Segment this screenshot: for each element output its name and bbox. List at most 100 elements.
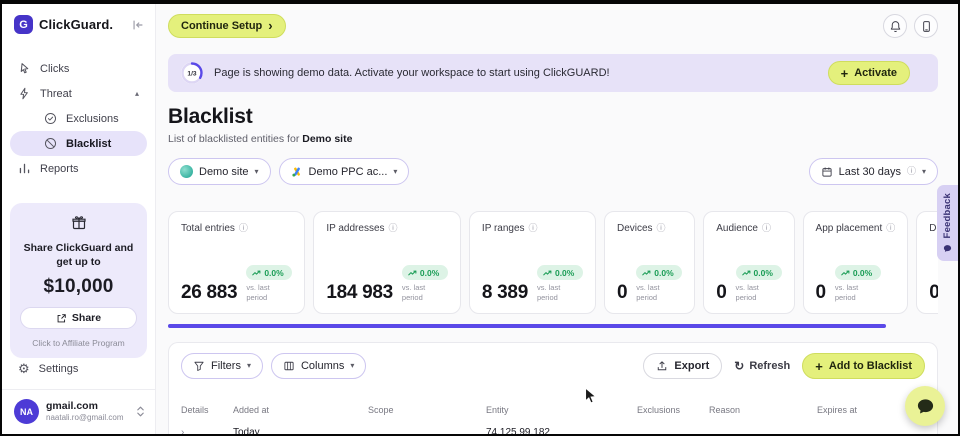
logo-row: G ClickGuard.	[2, 4, 155, 34]
share-button[interactable]: Share	[20, 307, 137, 329]
trending-up-icon	[742, 270, 751, 276]
table-toolbar-right: Export ↻ Refresh + Add to Blacklist	[643, 353, 925, 379]
filters-button[interactable]: Filters ▾	[181, 353, 263, 379]
info-icon[interactable]: ⓘ	[657, 224, 666, 233]
notifications-button[interactable]	[883, 14, 907, 38]
filters-button-label: Filters	[211, 360, 241, 372]
chevron-down-icon: ▾	[255, 168, 259, 176]
stat-caption: vs. last period	[402, 283, 448, 302]
feedback-tab[interactable]: Feedback	[937, 185, 958, 261]
trending-up-icon	[543, 270, 552, 276]
continue-setup-label: Continue Setup	[181, 20, 262, 32]
continue-setup-button[interactable]: Continue Setup ›	[168, 14, 286, 38]
stat-label: IP ranges	[482, 223, 525, 234]
chevron-updown-icon	[136, 405, 145, 418]
plus-icon: +	[815, 360, 823, 373]
bell-icon	[889, 20, 902, 33]
columns-button-label: Columns	[301, 360, 344, 372]
column-header-exclusions[interactable]: Exclusions	[637, 405, 709, 415]
share-button-label: Share	[72, 312, 101, 324]
export-icon	[656, 360, 668, 372]
info-icon[interactable]: ⓘ	[886, 224, 895, 233]
chat-bubble-icon	[916, 397, 935, 416]
table-row[interactable]: › Today 74.125.99.182	[177, 427, 929, 434]
feedback-chat-icon	[943, 244, 952, 253]
device-preview-button[interactable]	[914, 14, 938, 38]
stat-caption: vs. last period	[636, 283, 682, 302]
topbar: Continue Setup ›	[168, 14, 938, 38]
check-circle-icon	[44, 112, 57, 125]
stat-label: IP addresses	[326, 223, 384, 234]
ppc-account-selector[interactable]: Demo PPC ac... ▾	[279, 158, 410, 185]
activate-button[interactable]: + Activate	[828, 61, 910, 85]
user-menu[interactable]: NA gmail.com naatali.ro@gmail.com	[2, 390, 155, 434]
sidebar-item-blacklist[interactable]: Blacklist	[10, 131, 147, 156]
activate-label: Activate	[854, 67, 897, 79]
sidebar-item-clicks[interactable]: Clicks	[10, 56, 147, 81]
chat-launcher-button[interactable]	[905, 386, 945, 426]
sidebar-item-threat[interactable]: Threat ▴	[10, 81, 147, 106]
funnel-icon	[193, 360, 205, 372]
row-expander-icon[interactable]: ›	[181, 427, 184, 434]
trending-up-icon	[642, 270, 651, 276]
trend-badge: 0.0%	[835, 265, 881, 280]
info-icon[interactable]: ⓘ	[389, 224, 398, 233]
stat-label: Devices	[617, 223, 653, 234]
subtitle-prefix: List of blacklisted entities for	[168, 133, 299, 145]
affiliate-promo-card[interactable]: Share ClickGuard and get up to $10,000 S…	[10, 203, 147, 358]
horizontal-scrollbar[interactable]	[168, 324, 886, 328]
refresh-button[interactable]: ↻ Refresh	[734, 360, 790, 372]
trending-up-icon	[252, 270, 261, 276]
user-email: naatali.ro@gmail.com	[46, 413, 123, 423]
sidebar-item-exclusions[interactable]: Exclusions	[10, 106, 147, 131]
nav-label: Reports	[40, 163, 79, 175]
promo-footer: Click to Affiliate Program	[20, 338, 137, 348]
calendar-icon	[821, 166, 833, 178]
info-icon[interactable]: ⓘ	[762, 224, 771, 233]
columns-button[interactable]: Columns ▾	[271, 353, 366, 379]
trend-badge: 0.0%	[402, 265, 448, 280]
add-to-blacklist-button[interactable]: + Add to Blacklist	[802, 353, 925, 379]
columns-icon	[283, 360, 295, 372]
column-header-added-at[interactable]: Added at	[233, 405, 368, 415]
sidebar-item-reports[interactable]: Reports	[10, 156, 147, 181]
bar-chart-icon	[18, 162, 31, 175]
stat-value: 26 883	[181, 283, 237, 302]
chevron-down-icon: ▾	[247, 362, 251, 370]
sidebar-collapse-icon[interactable]	[131, 18, 145, 32]
info-icon[interactable]: ⓘ	[239, 224, 248, 233]
column-header-reason[interactable]: Reason	[709, 405, 817, 415]
promo-title-line1: Share ClickGuard and	[20, 241, 137, 255]
ban-icon	[44, 137, 57, 150]
stat-card-audience: Audienceⓘ 0 0.0% vs. last period	[703, 211, 794, 314]
column-header-entity[interactable]: Entity	[486, 405, 637, 415]
trend-badge: 0.0%	[636, 265, 682, 280]
trend-badge: 0.0%	[537, 265, 583, 280]
main-content: Continue Setup › 1/3 Page is showing dem…	[156, 4, 958, 434]
export-button[interactable]: Export	[643, 353, 722, 379]
info-icon[interactable]: ⓘ	[529, 224, 538, 233]
banner-message: Page is showing demo data. Activate your…	[214, 67, 610, 79]
stat-card-total-entries: Total entriesⓘ 26 883 0.0% vs. last peri…	[168, 211, 305, 314]
google-ads-icon	[291, 166, 303, 178]
topbar-icons	[883, 14, 938, 38]
gift-icon	[71, 215, 87, 231]
site-favicon-icon	[180, 165, 193, 178]
promo-title-line2: get up to	[20, 255, 137, 269]
refresh-button-label: Refresh	[749, 360, 790, 372]
sidebar-item-settings[interactable]: ⚙ Settings	[2, 358, 155, 379]
stat-card-ip-ranges: IP rangesⓘ 8 389 0.0% vs. last period	[469, 211, 596, 314]
site-selector[interactable]: Demo site ▾	[168, 158, 271, 185]
column-header-scope[interactable]: Scope	[368, 405, 486, 415]
add-to-blacklist-label: Add to Blacklist	[829, 360, 912, 372]
cell-added-at: Today	[233, 427, 368, 434]
stat-label: App placement	[816, 223, 883, 234]
promo-amount: $10,000	[20, 276, 137, 298]
chevron-up-icon: ▴	[135, 89, 139, 98]
sidebar: G ClickGuard. Clicks Threat ▴ Exclusions…	[2, 4, 156, 434]
info-icon: ⓘ	[907, 167, 916, 176]
date-range-selector[interactable]: Last 30 days ⓘ ▾	[809, 158, 938, 185]
external-link-icon	[56, 313, 67, 324]
settings-label: Settings	[39, 363, 79, 375]
column-header-details[interactable]: Details	[181, 405, 233, 415]
